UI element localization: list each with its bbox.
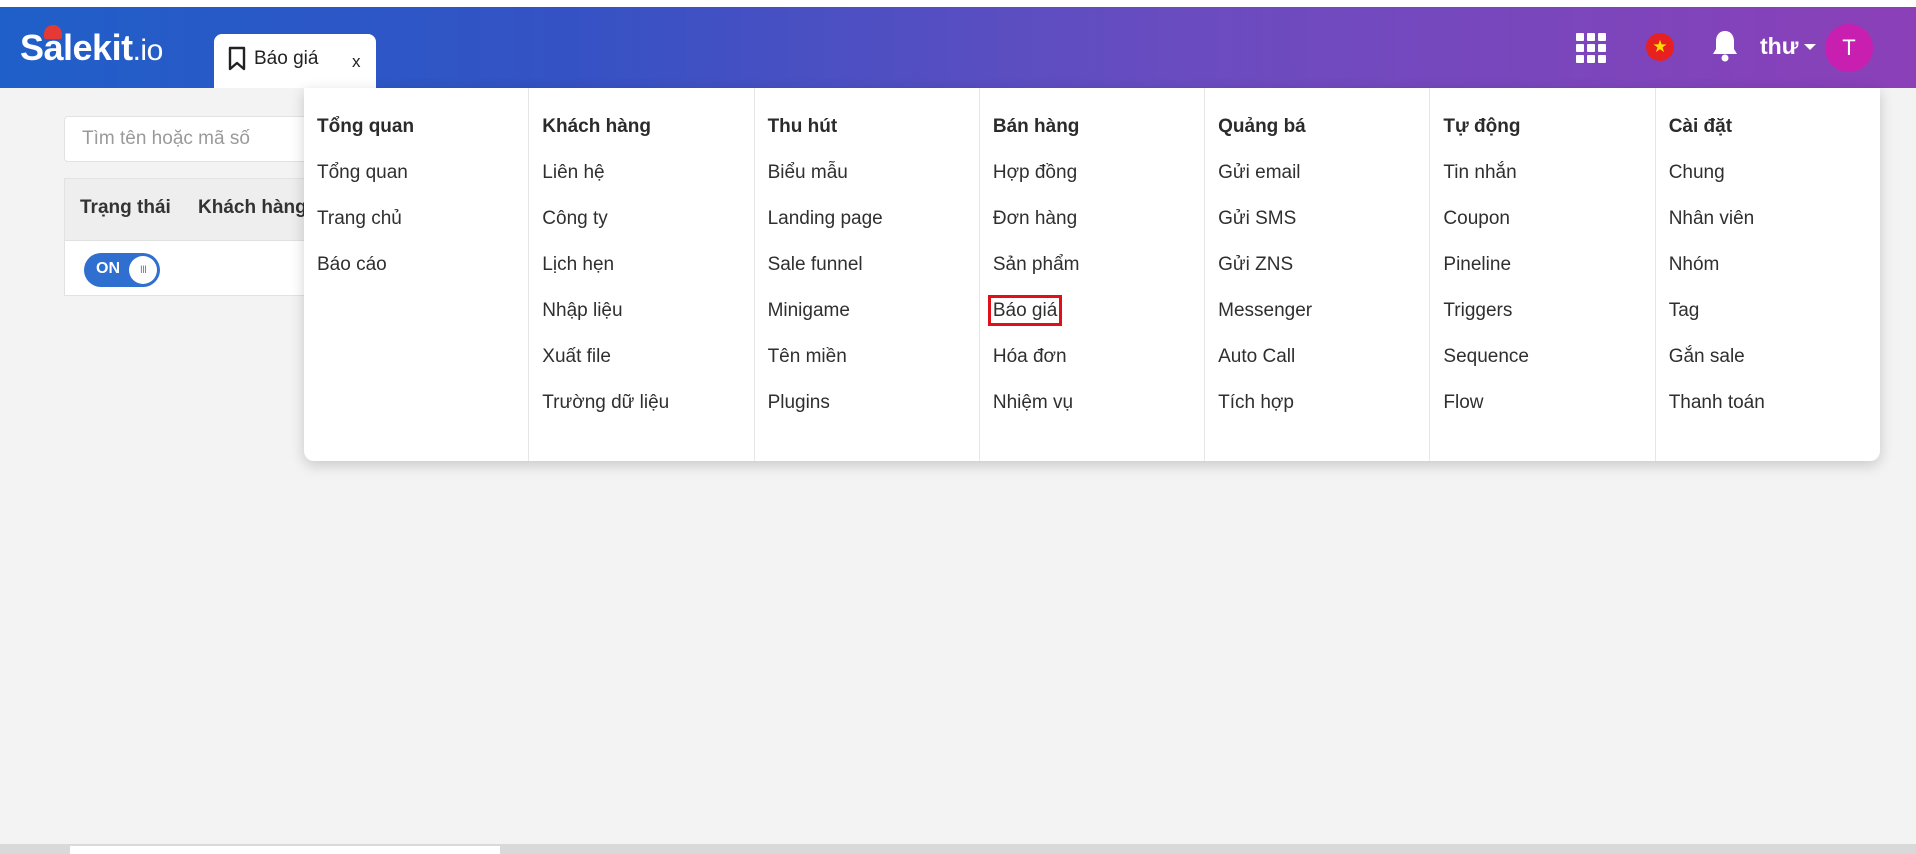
menu-item-hoa-don[interactable]: Hóa đơn — [993, 346, 1080, 392]
menu-item-gan-sale[interactable]: Gắn sale — [1669, 346, 1765, 392]
top-edge — [0, 0, 1916, 7]
menu-column-cai-dat: Cài đặt Chung Nhân viên Nhóm Tag Gắn sal… — [1654, 88, 1880, 461]
menu-item-tong-quan[interactable]: Tổng quan — [317, 162, 408, 208]
menu-item-nhap-lieu[interactable]: Nhập liệu — [542, 300, 669, 346]
menu-item-triggers[interactable]: Triggers — [1443, 300, 1529, 346]
menu-item-xuat-file[interactable]: Xuất file — [542, 346, 669, 392]
toggle-knob: III — [129, 256, 157, 284]
menu-item-nhom[interactable]: Nhóm — [1669, 254, 1765, 300]
menu-item-bao-gia[interactable]: Báo giá — [987, 295, 1080, 346]
avatar[interactable]: T — [1825, 24, 1873, 72]
menu-item-nhiem-vu[interactable]: Nhiệm vụ — [993, 392, 1080, 438]
menu-item-lien-he[interactable]: Liên hệ — [542, 162, 669, 208]
menu-item-gui-email[interactable]: Gửi email — [1218, 162, 1312, 208]
menu-item-sequence[interactable]: Sequence — [1443, 346, 1529, 392]
menu-column-tong-quan: Tổng quan Tổng quan Trang chủ Báo cáo — [304, 88, 528, 461]
apps-grid-icon[interactable] — [1576, 33, 1606, 63]
toggle-label: ON — [96, 260, 120, 277]
menu-column-title: Bán hàng — [992, 116, 1080, 137]
status-toggle[interactable]: ON III — [84, 253, 160, 287]
menu-item-truong-du-lieu[interactable]: Trường dữ liệu — [542, 392, 669, 438]
chevron-down-icon[interactable] — [1804, 44, 1816, 50]
horizontal-scrollbar[interactable] — [0, 844, 1916, 854]
menu-item-bieu-mau[interactable]: Biểu mẫu — [768, 162, 883, 208]
data-table: Trạng thái Khách hàng ON III — [64, 178, 324, 296]
logo-suffix: .io — [132, 34, 164, 67]
menu-item-tag[interactable]: Tag — [1669, 300, 1765, 346]
tab-close-button[interactable]: x — [352, 52, 361, 72]
menu-item-plugins[interactable]: Plugins — [768, 392, 883, 438]
vietnam-flag-icon[interactable]: ★ — [1646, 33, 1674, 61]
menu-item-ten-mien[interactable]: Tên miền — [768, 346, 883, 392]
menu-item-sale-funnel[interactable]: Sale funnel — [768, 254, 883, 300]
menu-column-ban-hang: Bán hàng Hợp đồng Đơn hàng Sản phẩm Báo … — [978, 88, 1204, 461]
menu-column-khach-hang: Khách hàng Liên hệ Công ty Lịch hẹn Nhập… — [528, 88, 753, 461]
bell-icon[interactable] — [1710, 28, 1740, 64]
bookmark-icon — [228, 46, 246, 71]
menu-item-auto-call[interactable]: Auto Call — [1218, 346, 1312, 392]
user-name[interactable]: thư — [1760, 33, 1798, 60]
menu-item-thanh-toan[interactable]: Thanh toán — [1669, 392, 1765, 438]
logo-name: Salekit — [20, 27, 133, 68]
menu-item-landing-page[interactable]: Landing page — [768, 208, 883, 254]
menu-item-pineline[interactable]: Pineline — [1443, 254, 1529, 300]
menu-item-minigame[interactable]: Minigame — [768, 300, 883, 346]
search-input[interactable]: Tìm tên hoặc mã số — [64, 116, 324, 162]
menu-item-trang-chu[interactable]: Trang chủ — [317, 208, 408, 254]
table-header: Trạng thái Khách hàng — [65, 179, 323, 241]
salekit-logo[interactable]: Salekit .io — [20, 25, 164, 71]
menu-item-messenger[interactable]: Messenger — [1218, 300, 1312, 346]
menu-column-title: Cài đặt — [1668, 116, 1733, 137]
menu-column-title: Tự động — [1443, 116, 1521, 137]
menu-item-nhan-vien[interactable]: Nhân viên — [1669, 208, 1765, 254]
menu-item-bao-cao[interactable]: Báo cáo — [317, 254, 408, 300]
menu-column-title: Tổng quan — [317, 116, 415, 137]
top-header: Salekit .io Báo giá x ★ thư T — [0, 7, 1916, 88]
santa-hat-icon — [44, 25, 62, 39]
menu-column-tu-dong: Tự động Tin nhắn Coupon Pineline Trigger… — [1429, 88, 1654, 461]
column-header-customer[interactable]: Khách hàng — [198, 197, 307, 219]
menu-item-gui-zns[interactable]: Gửi ZNS — [1218, 254, 1312, 300]
menu-item-tich-hop[interactable]: Tích hợp — [1218, 392, 1312, 438]
menu-item-hop-dong[interactable]: Hợp đồng — [993, 162, 1080, 208]
menu-item-chung[interactable]: Chung — [1669, 162, 1765, 208]
menu-item-cong-ty[interactable]: Công ty — [542, 208, 669, 254]
menu-column-thu-hut: Thu hút Biểu mẫu Landing page Sale funne… — [753, 88, 979, 461]
mega-menu: Tổng quan Tổng quan Trang chủ Báo cáo Kh… — [304, 88, 1880, 461]
bottom-panel — [70, 846, 500, 854]
menu-item-flow[interactable]: Flow — [1443, 392, 1529, 438]
tab-bao-gia[interactable]: Báo giá x — [214, 34, 376, 88]
menu-column-title: Khách hàng — [542, 116, 652, 137]
menu-item-lich-hen[interactable]: Lịch hẹn — [542, 254, 669, 300]
column-header-status[interactable]: Trạng thái — [80, 197, 171, 219]
tab-label: Báo giá — [254, 48, 319, 69]
menu-column-title: Thu hút — [767, 116, 838, 137]
menu-item-coupon[interactable]: Coupon — [1443, 208, 1529, 254]
menu-item-san-pham[interactable]: Sản phẩm — [993, 254, 1080, 300]
menu-column-quang-ba: Quảng bá Gửi email Gửi SMS Gửi ZNS Messe… — [1204, 88, 1429, 461]
menu-column-title: Quảng bá — [1218, 116, 1306, 137]
menu-item-don-hang[interactable]: Đơn hàng — [993, 208, 1080, 254]
menu-item-gui-sms[interactable]: Gửi SMS — [1218, 208, 1312, 254]
menu-item-tin-nhan[interactable]: Tin nhắn — [1443, 162, 1529, 208]
